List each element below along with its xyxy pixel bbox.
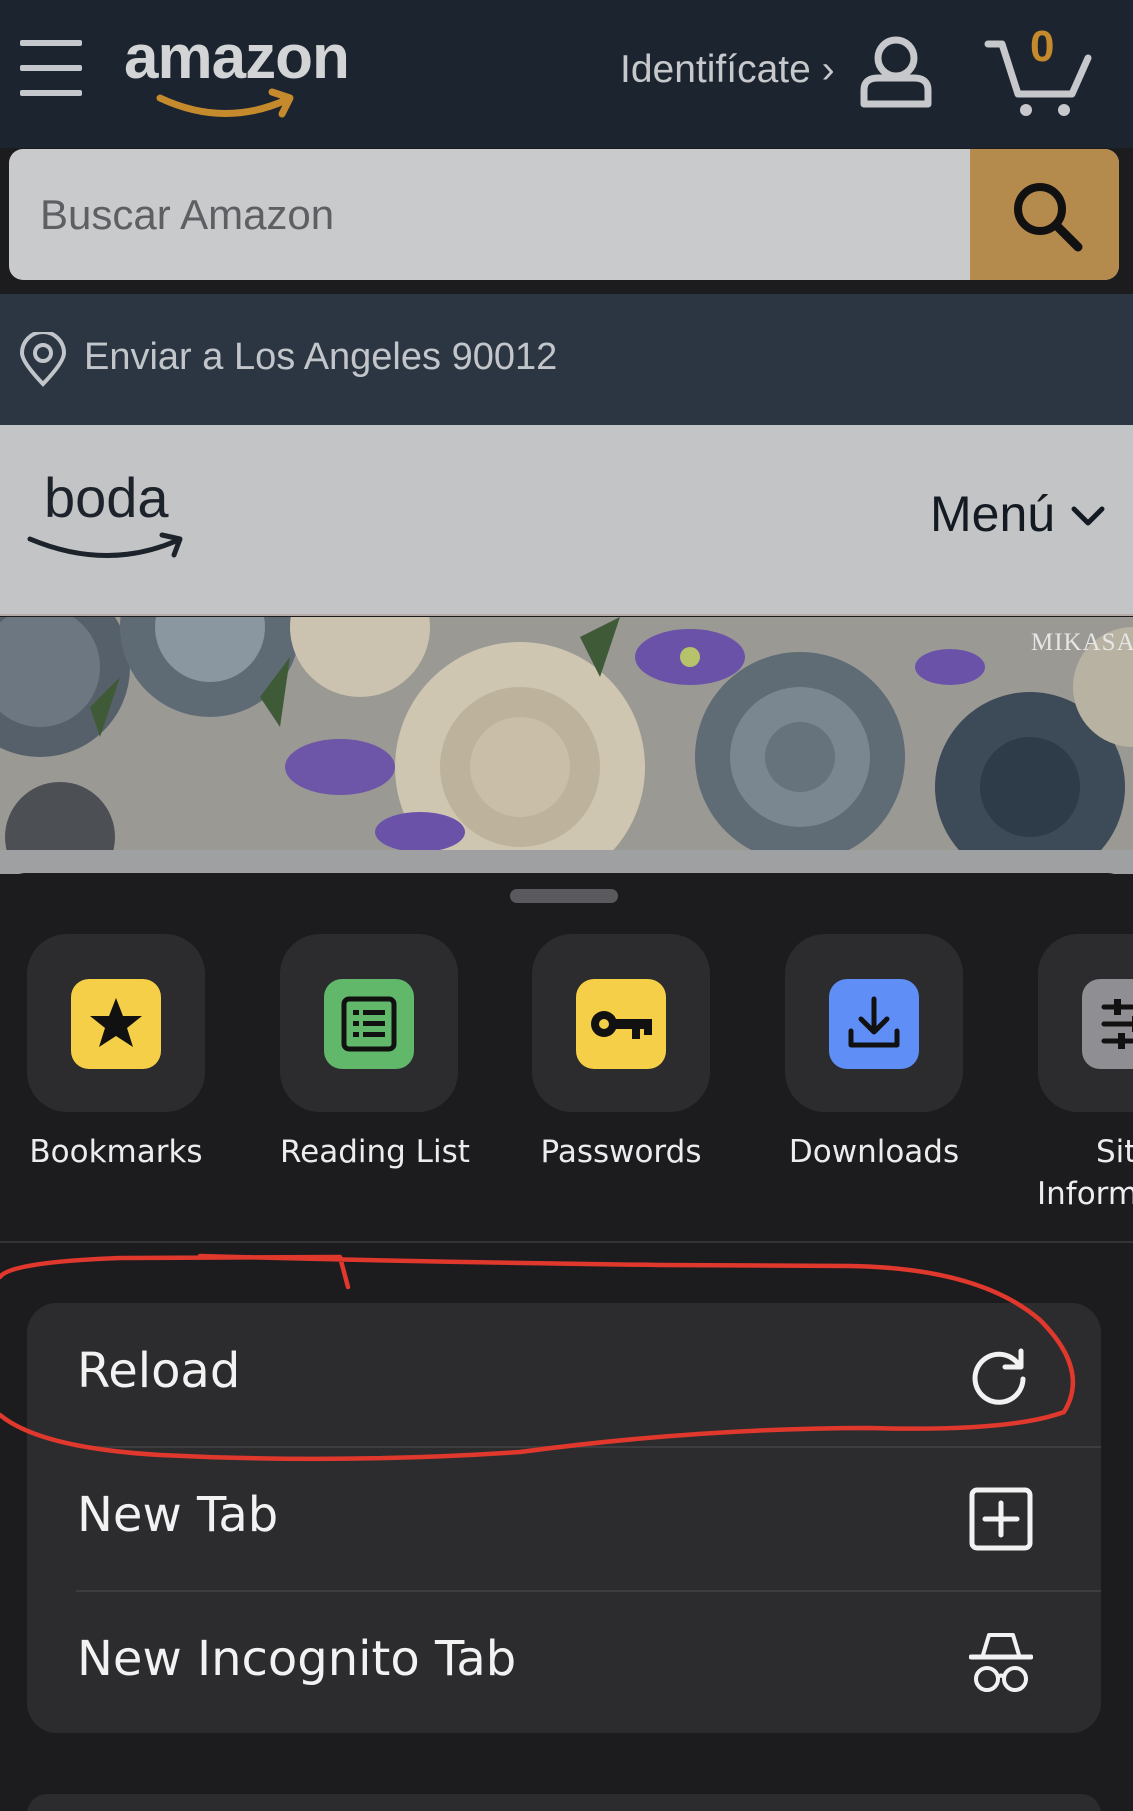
search-input[interactable]: [9, 149, 969, 280]
location-pin-icon: [19, 332, 67, 387]
section-divider: [0, 1241, 1133, 1243]
tableware-photo: [0, 617, 1133, 850]
hamburger-menu-icon[interactable]: [20, 40, 82, 96]
reading-list-button[interactable]: Reading List: [280, 934, 470, 1174]
search-button[interactable]: [970, 149, 1119, 280]
page-actions-group: Reload New Tab New Incognito Tab: [27, 1303, 1101, 1733]
bookmarks-label: Bookmarks: [29, 1134, 203, 1170]
new-tab-label: New Tab: [77, 1487, 279, 1543]
page-content-behind-sheet: [0, 850, 1133, 874]
hero-banner-image[interactable]: MIKASA.: [0, 617, 1133, 850]
downloads-tile: [785, 934, 963, 1112]
wedding-registry-bar: boda Menú: [0, 425, 1133, 616]
site-info-icon: [1082, 979, 1133, 1069]
site-information-button[interactable]: Sit Inform: [1037, 934, 1133, 1216]
downloads-button[interactable]: Downloads: [785, 934, 963, 1174]
search-icon: [1014, 183, 1083, 252]
downloads-label: Downloads: [788, 1134, 960, 1170]
reload-row[interactable]: Reload: [27, 1303, 1101, 1446]
next-actions-group: [27, 1794, 1101, 1811]
new-tab-icon: [969, 1487, 1033, 1551]
new-incognito-tab-row[interactable]: New Incognito Tab: [27, 1591, 1101, 1733]
cart-button[interactable]: 0: [984, 22, 1094, 116]
download-icon: [829, 979, 919, 1069]
incognito-icon: [969, 1633, 1033, 1692]
reading-list-tile: [280, 934, 458, 1112]
passwords-label: Passwords: [540, 1134, 702, 1170]
chevron-down-icon: [1071, 506, 1105, 526]
menu-label: Menú: [930, 486, 1056, 542]
menu-dropdown[interactable]: Menú: [930, 485, 1105, 543]
amazon-smile-icon: [156, 88, 294, 118]
passwords-tile: [532, 934, 710, 1112]
amazon-logo-text: amazon: [124, 23, 350, 92]
key-icon: [576, 979, 666, 1069]
reload-label: Reload: [77, 1343, 241, 1399]
new-tab-row[interactable]: New Tab: [27, 1447, 1101, 1590]
sheet-grabber[interactable]: [510, 889, 618, 903]
star-icon: [71, 979, 161, 1069]
reading-list-icon: [324, 979, 414, 1069]
banner-brand-text: MIKASA.: [1031, 629, 1133, 656]
user-icon[interactable]: [858, 34, 934, 108]
bookmarks-button[interactable]: Bookmarks: [27, 934, 205, 1174]
boda-smile-icon: [27, 532, 183, 558]
site-information-label: Sit Inform: [1037, 1132, 1133, 1216]
site-information-label-line1: Sit: [1096, 1134, 1133, 1170]
amazon-header: amazon Identifícate › 0: [0, 0, 1133, 148]
site-information-label-line2: Inform: [1037, 1175, 1133, 1212]
cart-icon: [984, 40, 1092, 116]
deliver-to-text: Enviar a Los Angeles 90012: [84, 336, 558, 378]
site-information-tile: [1038, 934, 1133, 1112]
search-bar: [9, 149, 1119, 280]
deliver-to-location[interactable]: Enviar a Los Angeles 90012: [0, 294, 1133, 425]
reload-icon: [972, 1348, 1026, 1405]
reading-list-label: Reading List: [280, 1134, 470, 1170]
boda-logo[interactable]: boda: [26, 465, 196, 575]
passwords-button[interactable]: Passwords: [532, 934, 710, 1174]
bookmarks-tile: [27, 934, 205, 1112]
new-incognito-tab-label: New Incognito Tab: [77, 1631, 517, 1687]
signin-link[interactable]: Identifícate ›: [620, 48, 835, 92]
screen: amazon Identifícate › 0 Buscar Amazon En…: [0, 0, 1133, 1811]
boda-logo-text: boda: [44, 466, 169, 529]
amazon-logo[interactable]: amazon: [124, 22, 364, 122]
browser-menu-sheet: Bookmarks Reading List Passwords Downloa…: [0, 873, 1133, 1811]
